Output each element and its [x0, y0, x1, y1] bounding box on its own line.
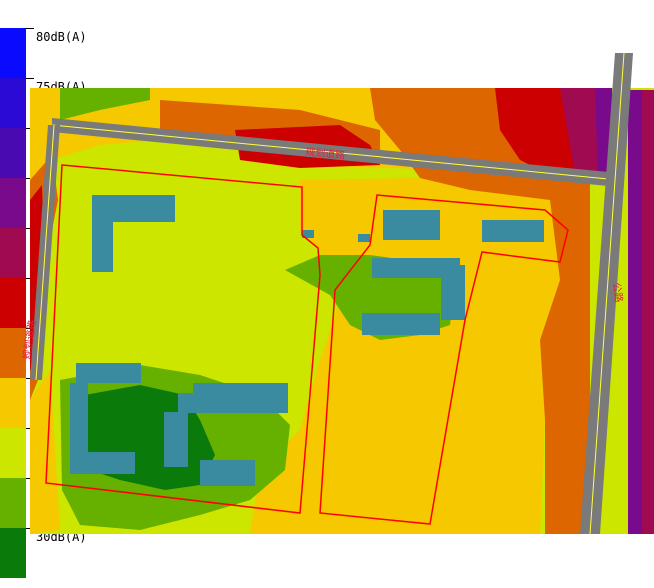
building-center-3 — [362, 313, 440, 335]
building-ne-2 — [482, 220, 544, 242]
building-sw-3 — [70, 452, 135, 474]
building-s-3 — [193, 383, 288, 413]
building-s-4 — [200, 460, 255, 486]
noise-map: 规划道路 公路 规划道路 — [20, 52, 654, 535]
building-ne-1 — [383, 210, 440, 240]
building-s-1 — [164, 412, 188, 467]
zone-65db-east — [628, 90, 642, 534]
building-small-2 — [358, 234, 370, 242]
building-center-2 — [441, 265, 465, 320]
building-sw-1 — [76, 363, 141, 383]
